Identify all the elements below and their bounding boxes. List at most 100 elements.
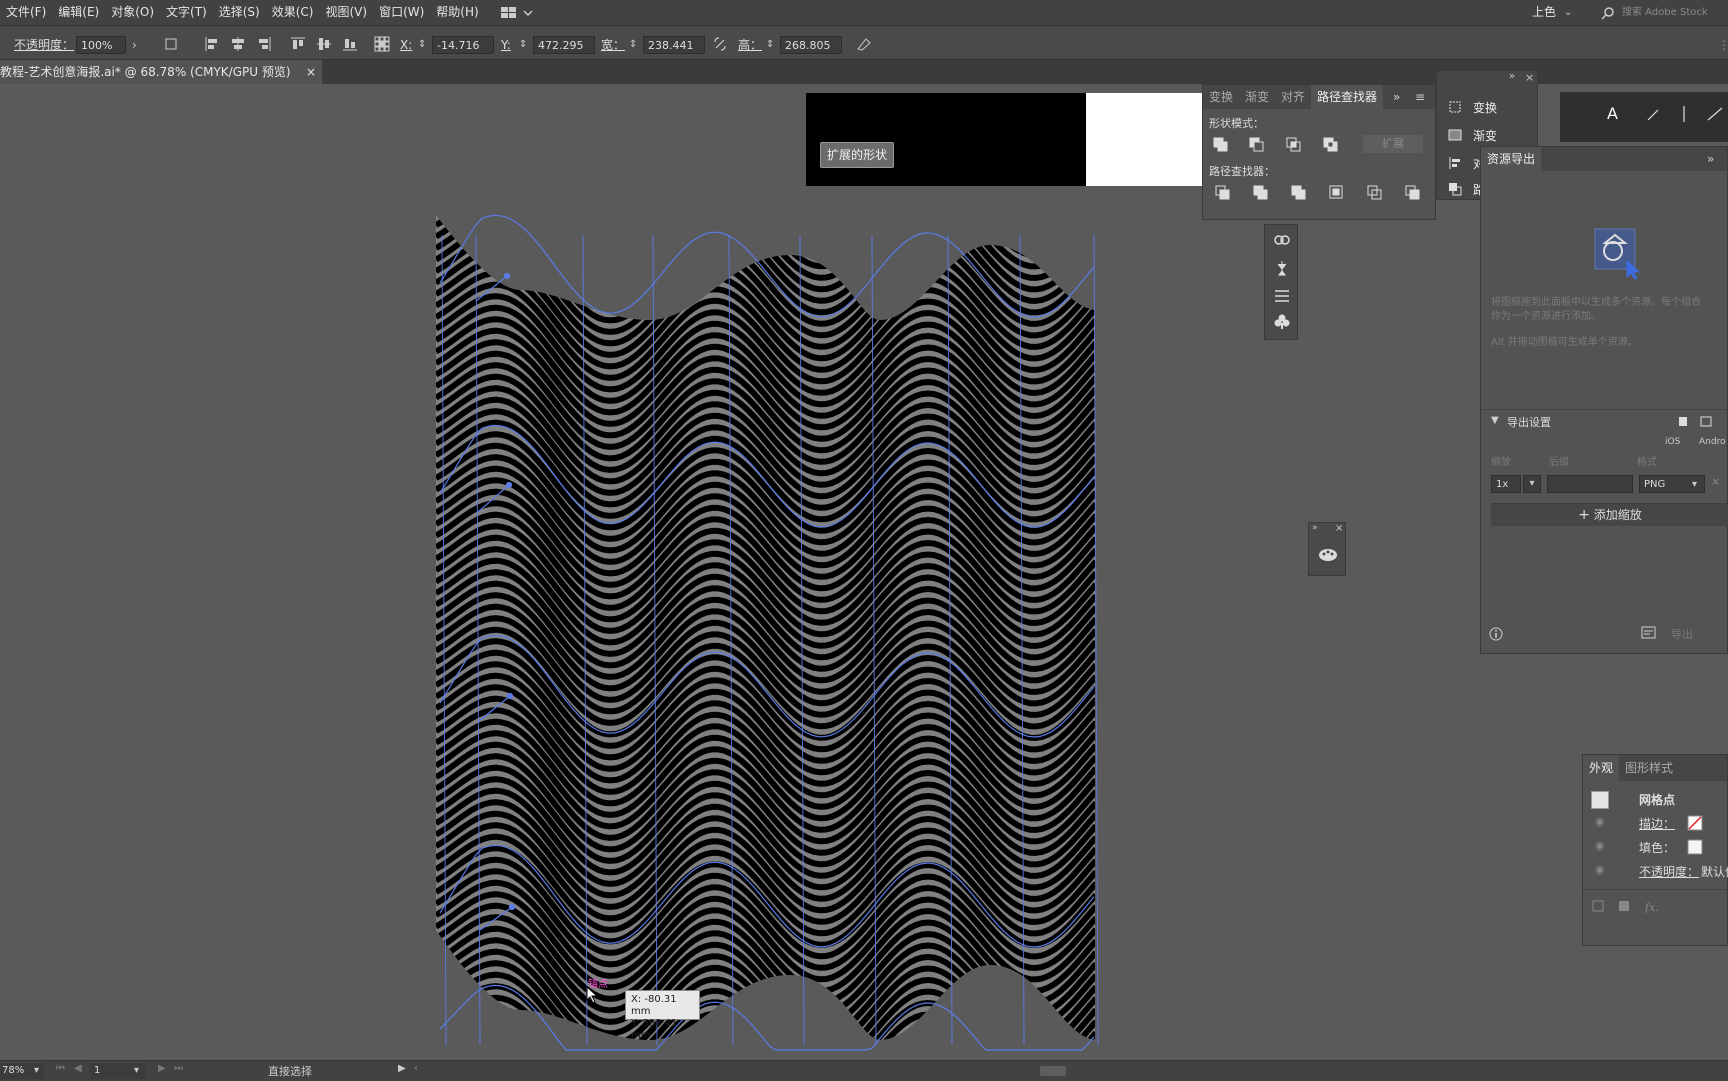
opacity-appearance-label[interactable]: 不透明度：	[1639, 863, 1699, 880]
fill-label[interactable]: 填色：	[1639, 839, 1675, 856]
width-stepper-icon[interactable]: ⇕	[629, 36, 637, 54]
add-fill-icon[interactable]	[1619, 901, 1629, 911]
intersect-icon[interactable]	[1286, 137, 1301, 152]
y-field[interactable]: 472.295 m	[533, 36, 595, 70]
menu-help[interactable]: 帮助(H)	[430, 0, 484, 25]
control-bar-grip[interactable]: ⋮	[1718, 36, 1728, 54]
transform-panel-icon[interactable]	[1447, 99, 1463, 115]
eye-icon[interactable]: ◉	[1595, 815, 1605, 828]
gradient-panel-icon[interactable]	[1447, 127, 1463, 143]
status-menu-arrow-icon[interactable]: ▶	[398, 1063, 406, 1074]
unite-icon[interactable]	[1213, 137, 1228, 152]
panel-expand-icon[interactable]: »	[1393, 85, 1400, 109]
artboard-select[interactable]: 1 ▾	[90, 1063, 146, 1079]
iphone-preset-icon[interactable]	[1679, 417, 1687, 426]
remove-scale-icon[interactable]: ×	[1711, 475, 1720, 488]
tab-align[interactable]: 对齐	[1275, 85, 1311, 109]
export-for-screens-icon[interactable]	[1641, 625, 1657, 641]
eye-icon[interactable]: ◉	[1595, 863, 1605, 876]
align-left-icon[interactable]	[204, 36, 220, 52]
android-label[interactable]: Andro	[1699, 437, 1726, 447]
outline-icon[interactable]	[1367, 185, 1382, 200]
panel-expand-icon[interactable]: »	[1509, 71, 1515, 82]
canvas[interactable]	[0, 85, 1728, 1060]
scroll-left-icon[interactable]: ‹	[414, 1063, 418, 1074]
menu-window[interactable]: 窗口(W)	[373, 0, 430, 25]
height-stepper-icon[interactable]: ⇕	[766, 36, 774, 54]
info-icon[interactable]	[1489, 627, 1503, 641]
trim-icon[interactable]	[1253, 185, 1268, 200]
collapsed-panel-gradient[interactable]: 渐变	[1473, 127, 1497, 144]
last-artboard-icon[interactable]: ⏭	[174, 1063, 183, 1074]
align-top-icon[interactable]	[290, 36, 306, 52]
chevron-right-icon[interactable]: ›	[132, 36, 137, 54]
menu-effect[interactable]: 效果(C)	[266, 0, 320, 25]
scale-select[interactable]: 1x	[1491, 475, 1521, 493]
close-icon[interactable]: ×	[306, 60, 316, 84]
workspace-switcher[interactable]: 上色	[1532, 0, 1556, 25]
eye-icon[interactable]: ◉	[1595, 839, 1605, 852]
close-icon[interactable]: ×	[1525, 71, 1534, 84]
fx-icon[interactable]: fx.	[1644, 901, 1659, 913]
menu-select[interactable]: 选择(S)	[213, 0, 266, 25]
striped-wave-artwork[interactable]	[430, 158, 1100, 1060]
brushes-icon[interactable]	[1273, 259, 1291, 277]
creative-cloud-libraries-icon[interactable]	[1273, 231, 1291, 249]
opacity-field[interactable]: 100%	[76, 36, 126, 54]
next-artboard-icon[interactable]: ▶	[158, 1063, 166, 1074]
disclosure-triangle-icon[interactable]: ▼	[1491, 415, 1499, 426]
android-preset-icon[interactable]	[1700, 416, 1712, 427]
add-scale-button[interactable]: + 添加缩放	[1491, 503, 1728, 526]
tab-gradient[interactable]: 渐变	[1239, 85, 1275, 109]
zoom-select[interactable]: 78% ▾	[0, 1063, 44, 1079]
format-select[interactable]: PNG ▾	[1639, 475, 1705, 493]
stock-search-input[interactable]: 搜索 Adobe Stock	[1622, 0, 1708, 25]
color-guide-icon[interactable]	[1318, 547, 1338, 563]
workspace-layout-icon[interactable]	[500, 6, 536, 20]
minus-front-icon[interactable]	[1249, 137, 1264, 152]
prev-artboard-icon[interactable]: ◀	[74, 1063, 82, 1074]
menu-file[interactable]: 文件(F)	[0, 0, 52, 25]
transform-reference-icon[interactable]	[164, 36, 180, 52]
menu-type[interactable]: 文字(T)	[160, 0, 213, 25]
tab-pathfinder[interactable]: 路径查找器	[1311, 85, 1384, 109]
expand-shape-button[interactable]: 扩展的形状	[820, 142, 894, 168]
menu-object[interactable]: 对象(O)	[105, 0, 160, 25]
suffix-input[interactable]	[1547, 475, 1633, 493]
panel-expand-icon[interactable]: »	[1707, 147, 1714, 171]
close-icon[interactable]: ×	[1335, 523, 1343, 534]
tab-appearance[interactable]: 外观	[1583, 755, 1620, 781]
y-stepper-icon[interactable]: ⇕	[519, 36, 527, 54]
align-bottom-icon[interactable]	[342, 36, 358, 52]
type-tool-icon[interactable]: A	[1607, 104, 1618, 123]
width-field[interactable]: 238.441 m	[643, 36, 705, 70]
align-right-icon[interactable]	[256, 36, 272, 52]
x-field[interactable]: -14.716 m	[432, 36, 494, 70]
first-artboard-icon[interactable]: ⏮	[56, 1063, 65, 1074]
chevron-down-icon[interactable]: ⌄	[1564, 0, 1572, 25]
divide-icon[interactable]	[1215, 185, 1230, 200]
merge-icon[interactable]	[1291, 185, 1306, 200]
add-stroke-icon[interactable]	[1592, 900, 1604, 912]
menu-view[interactable]: 视图(V)	[319, 0, 373, 25]
collapsed-panel-transform[interactable]: 变换	[1473, 99, 1497, 116]
panel-expand-icon[interactable]: »	[1312, 523, 1318, 533]
menu-edit[interactable]: 编辑(E)	[52, 0, 105, 25]
document-tab[interactable]: 教程-艺术创意海报.ai* @ 68.78% (CMYK/GPU 预览) ×	[0, 60, 322, 84]
type-options-icon[interactable]	[1640, 102, 1728, 128]
align-center-h-icon[interactable]	[230, 36, 246, 52]
symbols-icon[interactable]	[1273, 313, 1291, 331]
stroke-none-swatch-icon[interactable]	[1687, 815, 1703, 831]
tab-asset-export[interactable]: 资源导出	[1481, 147, 1542, 171]
stroke-label[interactable]: 描边：	[1639, 815, 1675, 832]
crop-icon[interactable]	[1329, 185, 1343, 199]
constrain-proportions-icon[interactable]	[712, 36, 728, 52]
minus-back-icon[interactable]	[1405, 185, 1420, 200]
ios-label[interactable]: iOS	[1665, 437, 1680, 447]
horizontal-scrollbar-thumb[interactable]	[1040, 1066, 1066, 1076]
stroke-icon[interactable]	[1273, 287, 1291, 305]
tab-transform[interactable]: 变换	[1203, 85, 1239, 109]
fill-swatch-icon[interactable]	[1687, 839, 1703, 855]
x-stepper-icon[interactable]: ⇕	[418, 36, 426, 54]
align-middle-v-icon[interactable]	[316, 36, 332, 52]
